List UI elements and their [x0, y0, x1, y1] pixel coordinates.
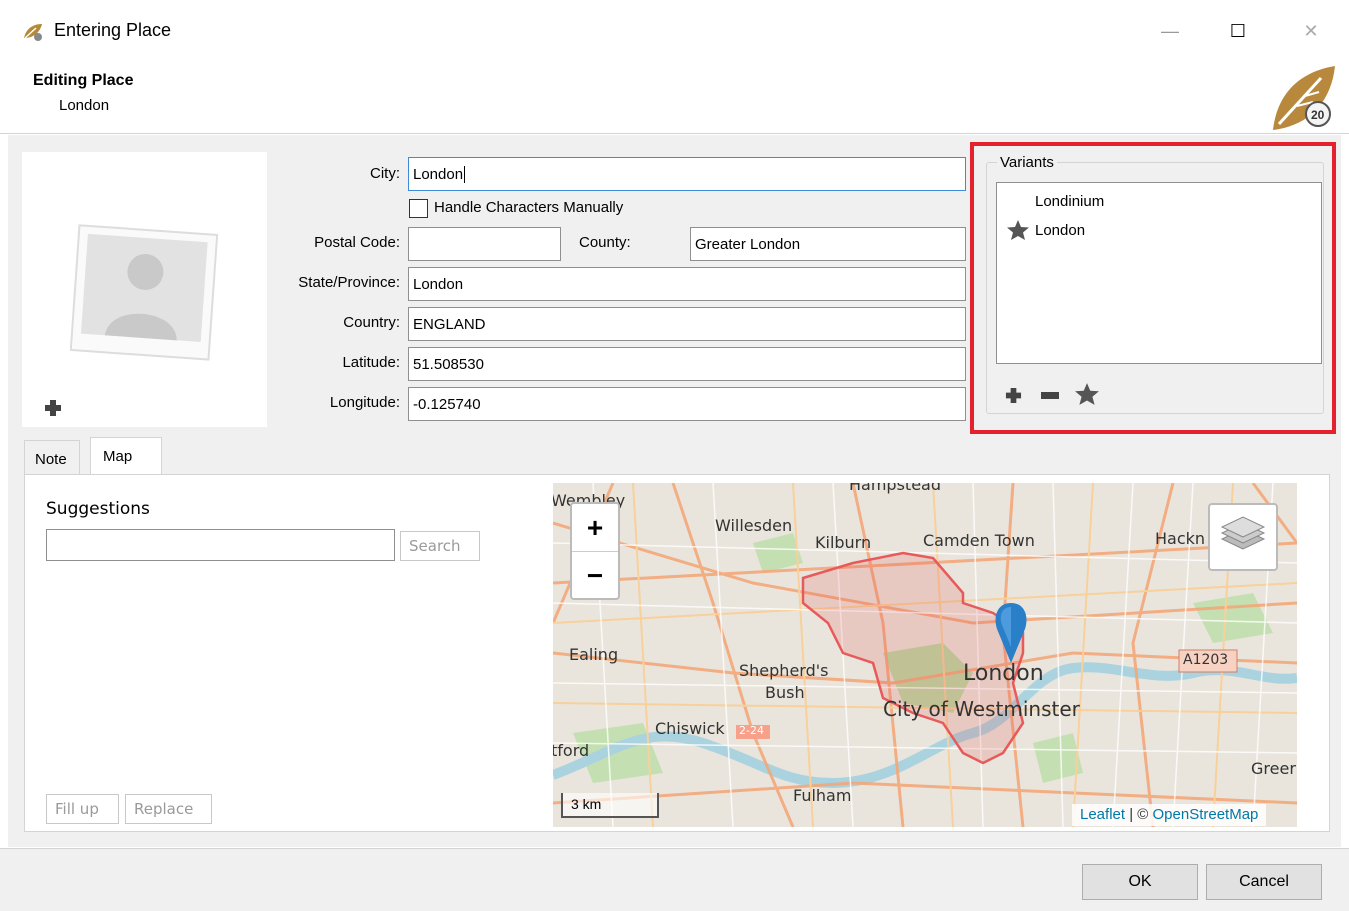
tab-map[interactable]: Map [90, 437, 162, 474]
postal-code-label: Postal Code: [314, 234, 400, 251]
state-province-label: State/Province: [298, 274, 400, 291]
fill-up-button[interactable]: Fill up [46, 794, 119, 824]
replace-button[interactable]: Replace [125, 794, 212, 824]
brand-logo-icon: 20 [1273, 66, 1335, 130]
county-input[interactable]: Greater London [690, 227, 966, 261]
header-title: Editing Place [33, 72, 134, 89]
map-label: London [963, 661, 1044, 686]
title-bar: Entering Place — ☐ ✕ [0, 0, 1349, 64]
map-label: 2-24 [739, 724, 764, 737]
map-label: Bush [765, 683, 805, 702]
layers-icon [1220, 516, 1266, 550]
map-label: Hampstead [849, 483, 941, 494]
close-button[interactable]: ✕ [1296, 16, 1326, 46]
leaflet-link[interactable]: Leaflet [1080, 806, 1125, 823]
map-label: Shepherd's [739, 661, 829, 680]
maximize-button[interactable]: ☐ [1223, 16, 1253, 46]
suggestions-search-input[interactable] [46, 529, 395, 561]
map-attribution: Leaflet | © OpenStreetMap [1072, 804, 1267, 826]
add-photo-icon[interactable] [44, 399, 62, 417]
country-input[interactable]: ENGLAND [408, 307, 966, 341]
window-title: Entering Place [54, 20, 172, 40]
openstreetmap-link[interactable]: OpenStreetMap [1153, 806, 1259, 823]
svg-text:20: 20 [1311, 108, 1325, 122]
county-label: County: [579, 234, 631, 251]
header-subtitle: London [59, 97, 110, 114]
city-input[interactable]: London [408, 157, 966, 191]
city-label: City: [370, 165, 400, 182]
map-label: Ealing [569, 645, 619, 664]
map-scale: 3 km [561, 793, 659, 818]
person-placeholder-icon [70, 224, 219, 361]
map-label: Fulham [793, 786, 852, 805]
map-label: Willesden [715, 516, 793, 535]
handle-characters-checkbox[interactable] [409, 199, 428, 218]
map-label: Camden Town [923, 531, 1035, 550]
country-label: Country: [343, 314, 400, 331]
longitude-input[interactable]: -0.125740 [408, 387, 966, 421]
highlight-box [970, 142, 1336, 434]
map-label: Kilburn [815, 533, 872, 552]
tab-note[interactable]: Note [24, 440, 80, 474]
map-label: Chiswick [655, 719, 725, 738]
photo-area[interactable] [22, 152, 267, 427]
handle-characters-label: Handle Characters Manually [434, 199, 624, 216]
app-logo-icon [24, 24, 42, 41]
map-label: Hackn [1155, 529, 1206, 548]
zoom-control: + − [570, 502, 620, 600]
map-view[interactable]: Wembley Hampstead Willesden Kilburn Camd… [553, 483, 1297, 827]
map-label: tford [553, 741, 590, 760]
map-label: A1203 [1183, 652, 1229, 668]
zoom-in-button[interactable]: + [572, 504, 618, 552]
search-button[interactable]: Search [400, 531, 480, 561]
map-label: City of Westminster [883, 697, 1080, 721]
attribution-separator: | © [1125, 806, 1153, 823]
zoom-out-button[interactable]: − [572, 552, 618, 600]
map-label: Greer [1251, 759, 1296, 778]
ok-button[interactable]: OK [1082, 864, 1198, 900]
suggestions-title: Suggestions [46, 499, 150, 519]
minimize-button[interactable]: — [1155, 16, 1185, 46]
longitude-label: Longitude: [329, 394, 400, 411]
latitude-label: Latitude: [342, 354, 400, 371]
layers-button[interactable] [1208, 503, 1278, 571]
latitude-input[interactable]: 51.508530 [408, 347, 966, 381]
state-province-input[interactable]: London [408, 267, 966, 301]
dialog-header: Editing Place London 20 [0, 64, 1349, 134]
postal-code-input[interactable] [408, 227, 561, 261]
cancel-button[interactable]: Cancel [1206, 864, 1322, 900]
